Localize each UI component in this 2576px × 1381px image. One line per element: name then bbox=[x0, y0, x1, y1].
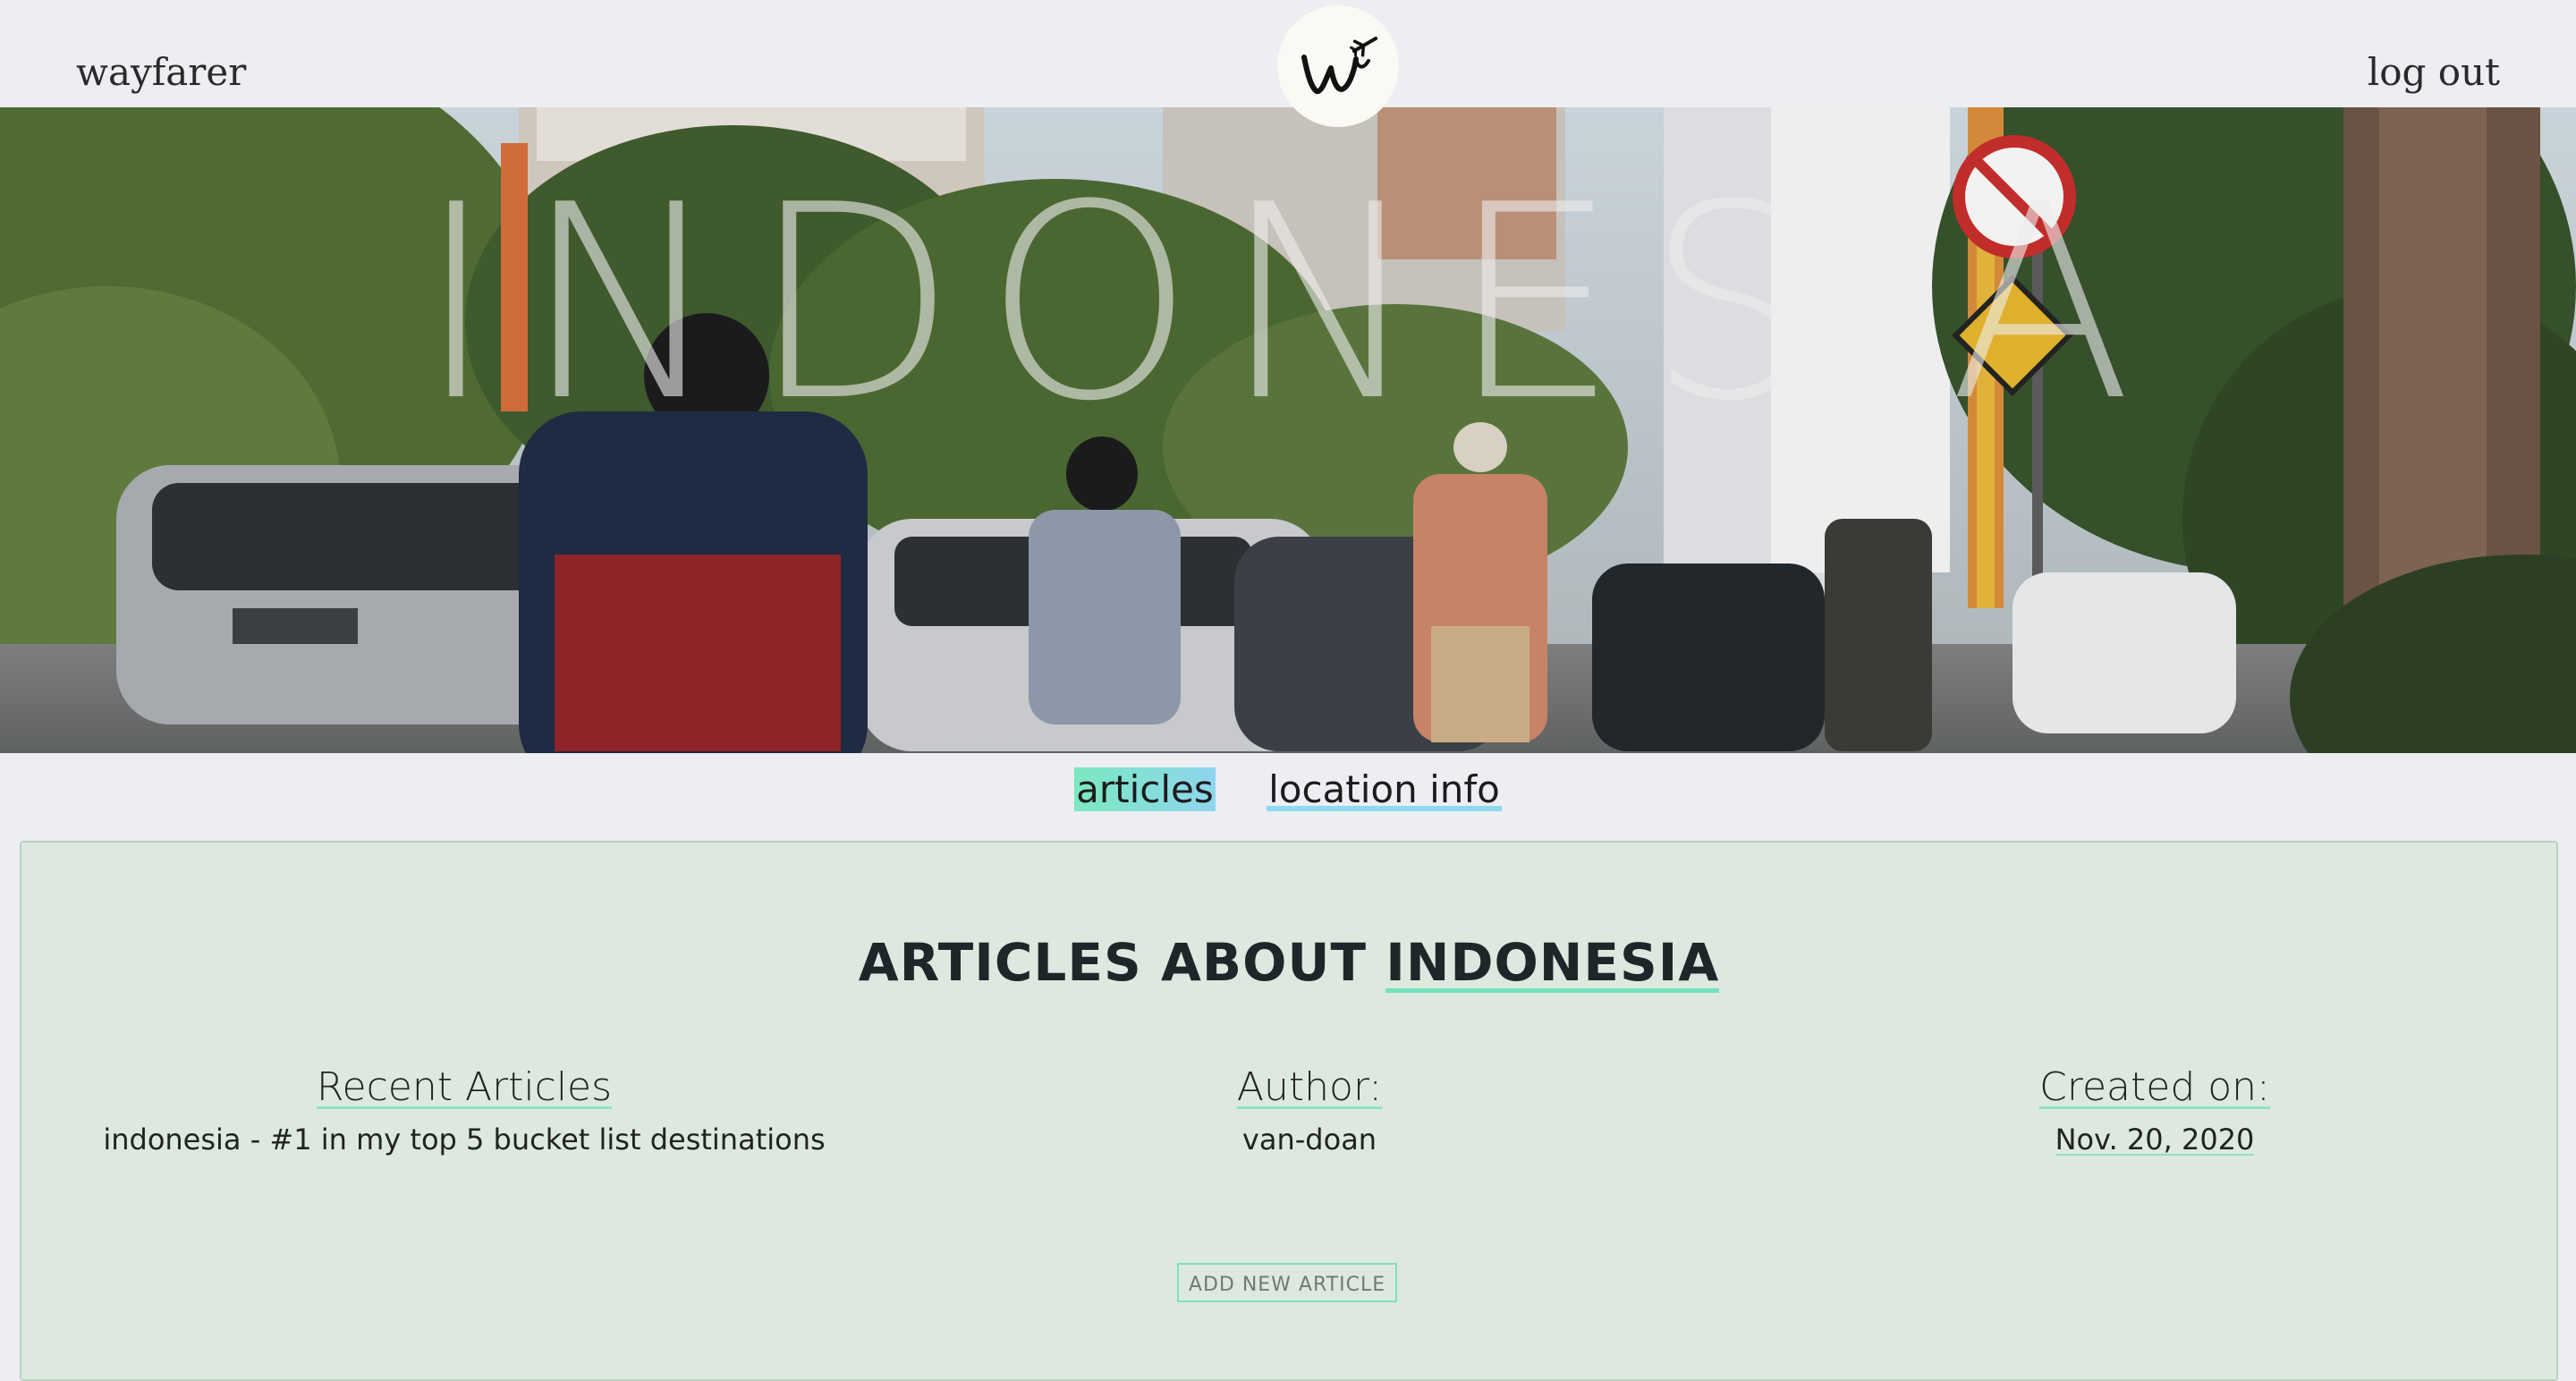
heading-place: INDONESIA bbox=[1385, 932, 1720, 995]
tab-location-info[interactable]: location info bbox=[1267, 767, 1502, 811]
article-link[interactable]: indonesia - #1 in my top 5 bucket list d… bbox=[103, 1123, 825, 1156]
created-date: Nov. 20, 2020 bbox=[2055, 1123, 2255, 1156]
articles-panel: ARTICLES ABOUT INDONESIA Recent Articles… bbox=[20, 841, 2558, 1381]
author-value: van-doan bbox=[1241, 1123, 1377, 1156]
hero-title: INDONESIA bbox=[416, 148, 2160, 460]
recent-articles-header: Recent Articles bbox=[316, 1064, 613, 1110]
created-header: Created on: bbox=[2039, 1064, 2270, 1110]
hero-banner: INDONESIA bbox=[0, 107, 2576, 753]
heading-prefix: ARTICLES ABOUT bbox=[858, 932, 1386, 993]
tab-articles[interactable]: articles bbox=[1074, 767, 1216, 811]
wayfarer-logo-icon bbox=[1301, 37, 1378, 94]
brand-link[interactable]: wayfarer bbox=[76, 50, 246, 94]
author-column: Author: van-doan bbox=[996, 1064, 1623, 1156]
logo-icon[interactable] bbox=[1277, 5, 1399, 127]
panel-heading: ARTICLES ABOUT INDONESIA bbox=[21, 932, 2556, 995]
created-column: Created on: Nov. 20, 2020 bbox=[1775, 1064, 2535, 1156]
article-list-item: indonesia - #1 in my top 5 bucket list d… bbox=[75, 1123, 853, 1156]
logout-link[interactable]: log out bbox=[2368, 50, 2500, 94]
author-header: Author: bbox=[1236, 1064, 1383, 1110]
location-tabs: articles location info bbox=[0, 767, 2576, 811]
created-value: Nov. 20, 2020 bbox=[1775, 1123, 2535, 1156]
add-new-article-button[interactable]: ADD NEW ARTICLE bbox=[1177, 1263, 1397, 1302]
recent-articles-column: Recent Articles indonesia - #1 in my top… bbox=[75, 1064, 853, 1156]
